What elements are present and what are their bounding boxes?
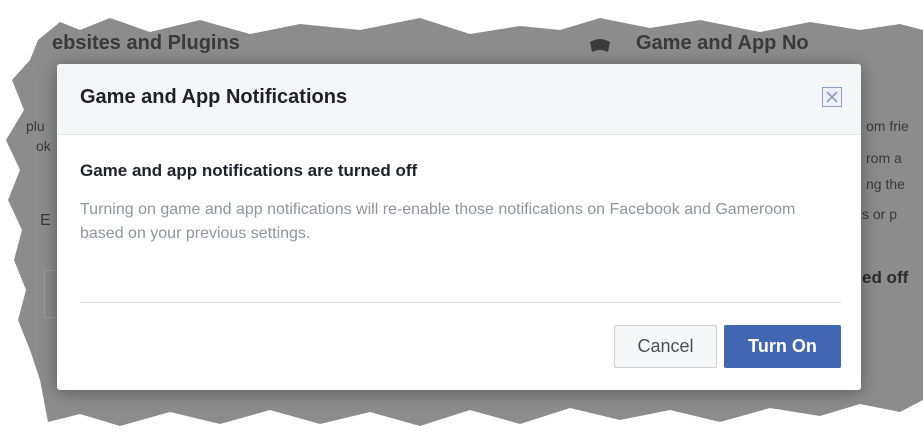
- cancel-button[interactable]: Cancel: [614, 325, 717, 368]
- dialog-divider: [80, 302, 841, 303]
- bg-right-heading: Game and App No: [636, 32, 809, 54]
- bg-snippet-right-4: s or p: [862, 206, 898, 222]
- screenshot-stage: ebsites and Plugins Game and App No plu …: [0, 0, 923, 446]
- bg-snippet-right-3: ng the: [866, 176, 905, 192]
- close-icon: [826, 91, 838, 103]
- bg-snippet-right-2: rom a: [866, 150, 902, 166]
- bg-snippet-left-3: E: [40, 212, 51, 229]
- close-button[interactable]: [822, 87, 842, 107]
- dialog-description: Turning on game and app notifications wi…: [80, 201, 796, 242]
- bg-snippet-left-2: ok: [36, 138, 51, 154]
- bg-snippet-right-1: om frie: [866, 118, 909, 134]
- bg-game-icon: [586, 36, 614, 56]
- dialog-header: Game and App Notifications: [57, 64, 861, 135]
- dialog-heading: Game and app notifications are turned of…: [80, 161, 418, 180]
- notifications-dialog: Game and App Notifications Game and app …: [57, 64, 861, 390]
- bg-right-status: ed off: [862, 268, 909, 287]
- bg-left-heading: ebsites and Plugins: [52, 32, 240, 54]
- bg-snippet-left-1: plu: [26, 118, 45, 134]
- dialog-title: Game and App Notifications: [80, 86, 348, 108]
- dialog-body: Game and app notifications are turned of…: [80, 134, 839, 246]
- turn-on-button[interactable]: Turn On: [724, 325, 841, 368]
